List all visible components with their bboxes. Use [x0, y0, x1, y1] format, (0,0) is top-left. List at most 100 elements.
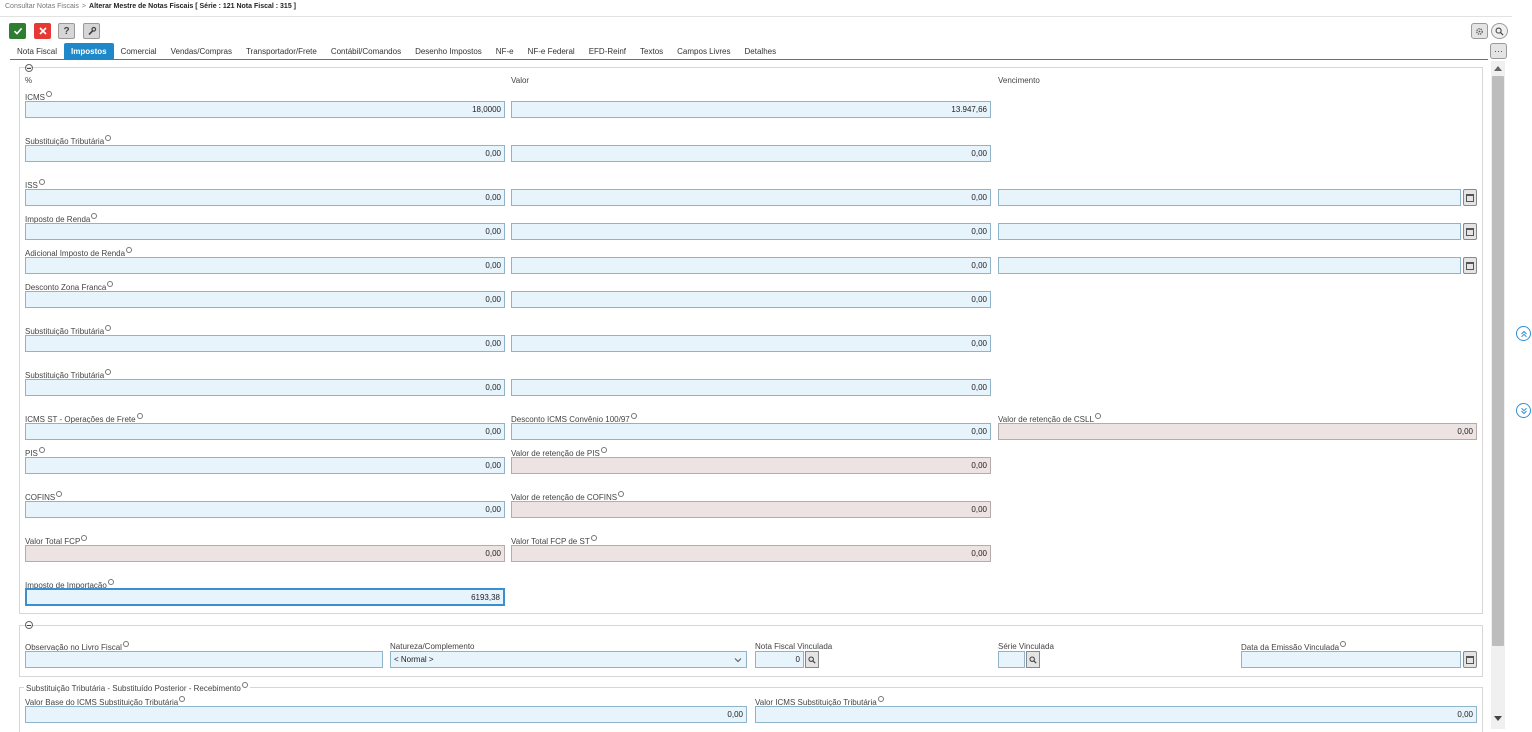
calendar-icon[interactable] [1463, 189, 1477, 206]
scroll-top-button[interactable] [1516, 326, 1531, 341]
ir-due-field[interactable] [998, 223, 1461, 240]
info-icon[interactable] [600, 447, 607, 453]
obs-field[interactable] [25, 651, 383, 668]
info-icon[interactable] [618, 491, 625, 497]
info-icon[interactable] [590, 535, 597, 541]
calendar-icon[interactable] [1463, 257, 1477, 274]
info-icon[interactable] [107, 281, 114, 287]
breadcrumb-current: Alterar Mestre de Notas Fiscais [ Série … [89, 3, 296, 10]
tab-nfe[interactable]: NF-e [489, 43, 521, 59]
info-icon[interactable] [105, 325, 112, 331]
tab-transportador-frete[interactable]: Transportador/Frete [239, 43, 324, 59]
info-icon[interactable] [122, 641, 129, 647]
tab-nota-fiscal[interactable]: Nota Fiscal [10, 43, 64, 59]
info-icon[interactable] [630, 413, 637, 419]
wrench-icon [87, 26, 96, 36]
tab-desenho-impostos[interactable]: Desenho Impostos [408, 43, 489, 59]
search-icon [808, 655, 816, 664]
iss-percent-field[interactable]: 0,00 [25, 189, 505, 206]
icms-st-frete-field[interactable]: 0,00 [25, 423, 505, 440]
iss-due-field[interactable] [998, 189, 1461, 206]
pis-field[interactable]: 0,00 [25, 457, 505, 474]
nf-vinc-search-button[interactable] [805, 651, 819, 668]
calendar-icon[interactable] [1463, 651, 1477, 668]
breadcrumb-parent-link[interactable]: Consultar Notas Fiscais [5, 3, 79, 10]
cofins-field[interactable]: 0,00 [25, 501, 505, 518]
serie-vinc-search-button[interactable] [1026, 651, 1040, 668]
info-icon[interactable] [179, 696, 186, 702]
icms-st-field[interactable]: 0,00 [755, 706, 1477, 723]
tab-campos-livres[interactable]: Campos Livres [670, 43, 737, 59]
air-due-field[interactable] [998, 257, 1461, 274]
confirm-button[interactable] [9, 23, 26, 39]
base-st-field[interactable]: 0,00 [25, 706, 747, 723]
info-icon[interactable] [56, 491, 63, 497]
icms-percent-field[interactable]: 18,0000 [25, 101, 505, 118]
info-icon[interactable] [38, 447, 45, 453]
importacao-field[interactable]: 6193,38 [25, 588, 505, 606]
scroll-bottom-button[interactable] [1516, 403, 1531, 418]
triangle-up-icon [1494, 66, 1502, 71]
cancel-button[interactable] [34, 23, 51, 39]
serie-vinc-field[interactable] [998, 651, 1025, 668]
st1-percent-field[interactable]: 0,00 [25, 145, 505, 162]
tab-detalhes[interactable]: Detalhes [738, 43, 784, 59]
tab-nfe-federal[interactable]: NF-e Federal [521, 43, 582, 59]
ret-csll-field: 0,00 [998, 423, 1477, 440]
tab-contabil-comandos[interactable]: Contábil/Comandos [324, 43, 408, 59]
info-icon[interactable] [107, 579, 114, 585]
dzf-percent-field[interactable]: 0,00 [25, 291, 505, 308]
air-percent-field[interactable]: 0,00 [25, 257, 505, 274]
scrollbar-thumb[interactable] [1492, 76, 1504, 646]
natureza-select[interactable]: < Normal > [390, 651, 747, 668]
info-icon[interactable] [81, 535, 88, 541]
fcp-field: 0,00 [25, 545, 505, 562]
triangle-down-icon [1494, 716, 1502, 721]
info-icon[interactable] [46, 91, 52, 97]
info-icon[interactable] [38, 179, 45, 185]
desc-icms-conv-field[interactable]: 0,00 [511, 423, 991, 440]
close-icon [38, 27, 47, 35]
tab-efd-reinf[interactable]: EFD-Reinf [582, 43, 633, 59]
info-icon[interactable] [91, 213, 98, 219]
st1-value-field[interactable]: 0,00 [511, 145, 991, 162]
icms-value-field[interactable]: 13.947,66 [511, 101, 991, 118]
more-options-button[interactable]: ··· [1490, 43, 1507, 59]
info-icon[interactable] [105, 369, 112, 375]
st2-value-field[interactable]: 0,00 [511, 335, 991, 352]
ir-value-field[interactable]: 0,00 [511, 223, 991, 240]
dzf-value-field[interactable]: 0,00 [511, 291, 991, 308]
ir-percent-field[interactable]: 0,00 [25, 223, 505, 240]
st2-percent-field[interactable]: 0,00 [25, 335, 505, 352]
tab-comercial[interactable]: Comercial [114, 43, 164, 59]
info-icon[interactable] [105, 135, 112, 141]
nf-vinc-field[interactable]: 0 [755, 651, 804, 668]
tab-impostos[interactable]: Impostos [64, 43, 114, 59]
collapse-taxes-icon[interactable] [25, 64, 33, 72]
tab-bar: Nota Fiscal Impostos Comercial Vendas/Co… [10, 43, 783, 59]
settings-button[interactable] [1471, 23, 1488, 39]
chevron-down-icon [734, 658, 742, 663]
collapse-linked-icon[interactable] [25, 621, 33, 629]
air-value-field[interactable]: 0,00 [511, 257, 991, 274]
tab-vendas-compras[interactable]: Vendas/Compras [164, 43, 239, 59]
search-button[interactable] [1491, 23, 1508, 39]
iss-value-field[interactable]: 0,00 [511, 189, 991, 206]
data-vinc-field[interactable] [1241, 651, 1461, 668]
help-button[interactable]: ? [58, 23, 75, 39]
calendar-icon[interactable] [1463, 223, 1477, 240]
serie-vinc-label: Série Vinculada [998, 642, 1054, 651]
info-icon[interactable] [136, 413, 143, 419]
scroll-up-button[interactable] [1492, 63, 1504, 73]
scroll-down-button[interactable] [1492, 714, 1504, 724]
info-icon[interactable] [877, 696, 884, 702]
tab-textos[interactable]: Textos [633, 43, 670, 59]
column-percent-header: % [25, 76, 33, 85]
info-icon[interactable] [126, 247, 133, 253]
info-icon[interactable] [1340, 641, 1347, 647]
st3-value-field[interactable]: 0,00 [511, 379, 991, 396]
info-icon[interactable] [241, 682, 248, 688]
tools-button[interactable] [83, 23, 100, 39]
st3-percent-field[interactable]: 0,00 [25, 379, 505, 396]
info-icon[interactable] [1094, 413, 1101, 419]
